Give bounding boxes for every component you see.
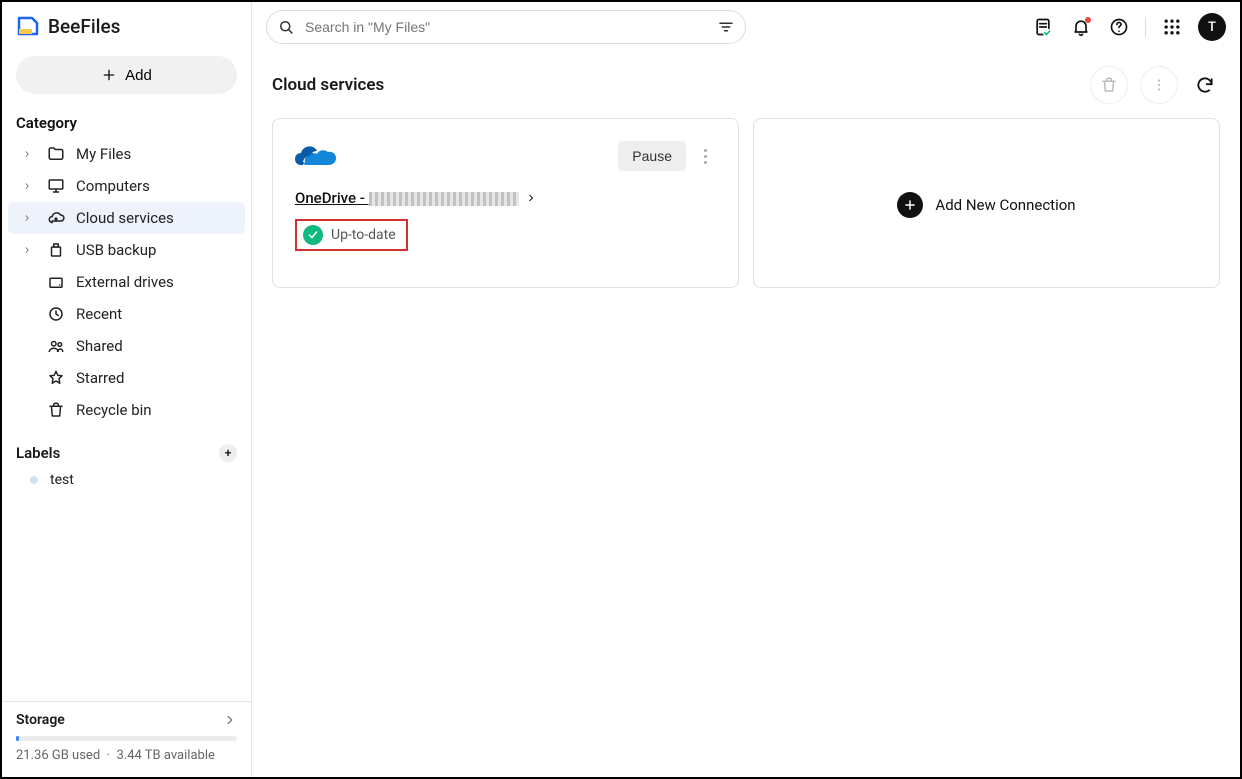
sidebar-item-label: Starred — [76, 369, 124, 387]
more-button[interactable] — [1140, 66, 1178, 104]
delete-button[interactable] — [1090, 66, 1128, 104]
storage-progress — [16, 736, 237, 741]
storage-panel: Storage 21.36 GB used · 3.44 TB availabl… — [2, 701, 251, 777]
refresh-button[interactable] — [1190, 70, 1220, 100]
app-logo-icon — [16, 14, 40, 38]
monitor-icon — [46, 176, 66, 196]
storage-text: 21.36 GB used · 3.44 TB available — [16, 747, 237, 765]
clock-icon — [46, 304, 66, 324]
add-label-button[interactable]: + — [219, 444, 237, 462]
filter-icon[interactable] — [717, 18, 735, 36]
sidebar-item-label: Recent — [76, 305, 122, 323]
chevron-right-icon — [22, 213, 36, 223]
sidebar-item-star[interactable]: Starred — [8, 362, 245, 394]
sidebar-item-trash[interactable]: Recycle bin — [8, 394, 245, 426]
topbar-actions: T — [1031, 13, 1226, 41]
sidebar-item-monitor[interactable]: Computers — [8, 170, 245, 202]
topbar: T — [252, 2, 1240, 52]
help-icon[interactable] — [1107, 15, 1131, 39]
sidebar-item-label: Computers — [76, 177, 150, 195]
sidebar-item-label: Recycle bin — [76, 401, 152, 419]
sidebar-item-label: My Files — [76, 145, 131, 163]
notification-dot — [1085, 17, 1091, 23]
sidebar-item-label: Cloud services — [76, 209, 174, 227]
people-icon — [46, 336, 66, 356]
sidebar-item-people[interactable]: Shared — [8, 330, 245, 362]
sidebar-item-clock[interactable]: Recent — [8, 298, 245, 330]
search-input[interactable] — [303, 18, 709, 36]
add-button[interactable]: Add — [16, 56, 237, 94]
plus-icon — [101, 67, 117, 83]
main: T Cloud services — [252, 2, 1240, 777]
notification-icon[interactable] — [1069, 15, 1093, 39]
plus-circle-icon — [897, 192, 923, 218]
storage-chevron-icon[interactable] — [223, 713, 237, 727]
pause-button[interactable]: Pause — [618, 141, 686, 171]
check-icon — [303, 225, 323, 245]
avatar[interactable]: T — [1198, 13, 1226, 41]
sidebar-item-usb[interactable]: USB backup — [8, 234, 245, 266]
category-header: Category — [2, 108, 251, 138]
page-title: Cloud services — [272, 75, 384, 95]
usb-icon — [46, 240, 66, 260]
folder-icon — [46, 144, 66, 164]
disk-icon — [46, 272, 66, 292]
tasks-icon[interactable] — [1031, 15, 1055, 39]
chevron-right-icon — [525, 192, 537, 204]
search-icon — [277, 18, 295, 36]
cloud-service-card[interactable]: Pause OneDrive - Up-to-date — [272, 118, 739, 288]
redacted-account — [369, 192, 519, 206]
label-item[interactable]: test — [2, 466, 251, 494]
category-nav: My Files Computers Cloud services USB backu… — [2, 138, 251, 426]
sidebar-item-folder[interactable]: My Files — [8, 138, 245, 170]
search-box[interactable] — [266, 10, 746, 44]
add-connection-label: Add New Connection — [935, 196, 1075, 214]
chevron-right-icon — [22, 245, 36, 255]
trash-icon — [46, 400, 66, 420]
sidebar-item-cloud[interactable]: Cloud services — [8, 202, 245, 234]
apps-icon[interactable] — [1160, 15, 1184, 39]
brand[interactable]: BeeFiles — [2, 8, 251, 48]
sync-status: Up-to-date — [295, 219, 408, 251]
storage-title: Storage — [16, 712, 65, 728]
sidebar-item-label: External drives — [76, 273, 174, 291]
chevron-right-icon — [22, 181, 36, 191]
cloud-icon — [46, 208, 66, 228]
card-more-button[interactable] — [694, 145, 716, 168]
label-name: test — [50, 472, 74, 488]
sidebar-item-disk[interactable]: External drives — [8, 266, 245, 298]
label-color-dot — [30, 476, 38, 484]
status-text: Up-to-date — [331, 227, 396, 243]
add-connection-card[interactable]: Add New Connection — [753, 118, 1220, 288]
brand-name: BeeFiles — [48, 15, 120, 38]
onedrive-icon — [295, 141, 339, 171]
labels-header: Labels — [16, 444, 60, 462]
sidebar-item-label: Shared — [76, 337, 123, 355]
add-button-label: Add — [125, 67, 152, 84]
service-name-link[interactable]: OneDrive - — [295, 189, 519, 207]
star-icon — [46, 368, 66, 388]
labels-list: test — [2, 466, 251, 494]
service-title[interactable]: OneDrive - — [295, 189, 716, 207]
sidebar-item-label: USB backup — [76, 241, 156, 259]
chevron-right-icon — [22, 149, 36, 159]
sidebar: BeeFiles Add Category My Files Computers C… — [2, 2, 252, 777]
